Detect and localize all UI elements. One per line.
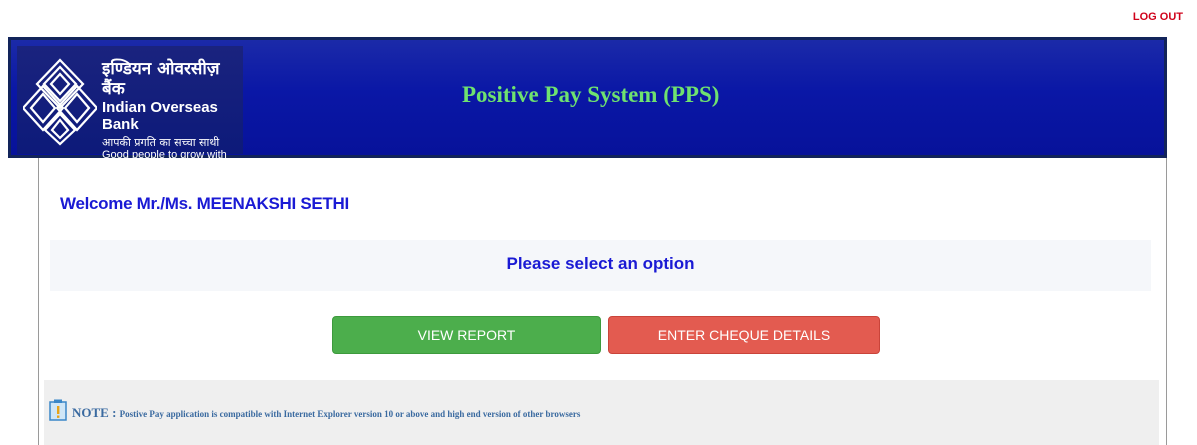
select-option-prompt: Please select an option [506,254,695,273]
note-text: NOTE : Postive Pay application is compat… [72,404,580,422]
bank-logo-icon [23,58,97,146]
note-body: Postive Pay application is compatible wi… [119,409,581,419]
main-panel: Welcome Mr./Ms. MEENAKSHI SETHI Please s… [38,158,1167,445]
page-title: Positive Pay System (PPS) [462,82,720,107]
header-banner: इण्डियन ओवरसीज़ बैंक Indian Overseas Ban… [8,37,1167,161]
bank-logo-text: इण्डियन ओवरसीज़ बैंक Indian Overseas Ban… [102,59,243,162]
note-label: NOTE : [72,405,120,420]
bank-name-english: Indian Overseas Bank [102,99,218,134]
bank-name-hindi: इण्डियन ओवरसीज़ बैंक [102,59,220,99]
logout-link[interactable]: LOG OUT [1133,11,1183,23]
welcome-message: Welcome Mr./Ms. MEENAKSHI SETHI [60,194,349,213]
enter-cheque-details-button[interactable]: ENTER CHEQUE DETAILS [608,316,880,354]
bank-tagline-hindi: आपकी प्रगति का सच्चा साथी [102,135,220,149]
info-icon [49,399,67,421]
bank-logo: इण्डियन ओवरसीज़ बैंक Indian Overseas Ban… [17,46,243,161]
view-report-button[interactable]: VIEW REPORT [332,316,601,354]
select-option-bar: Please select an option [50,240,1151,291]
note-box: NOTE : Postive Pay application is compat… [44,380,1159,445]
